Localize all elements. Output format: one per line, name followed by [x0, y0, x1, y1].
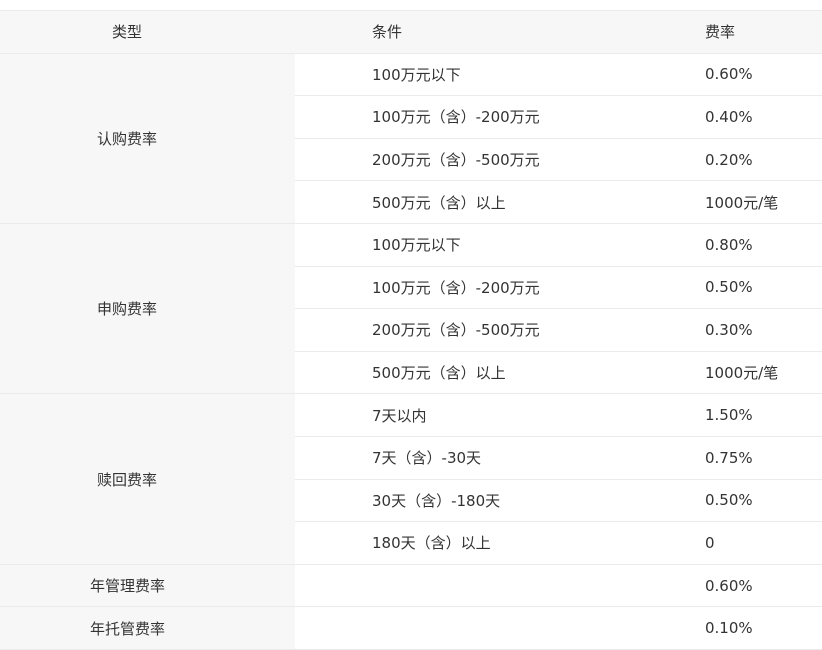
rate-cell: 1000元/笔	[628, 351, 822, 395]
condition-cell: 500万元（含）以上	[295, 180, 628, 224]
rate-cell: 0.60%	[628, 564, 822, 608]
fee-table: 类型 条件 费率 认购费率 100万元以下 0.60% 100万元（含）-200…	[0, 10, 822, 650]
rate-cell: 0.50%	[628, 266, 822, 310]
rate-cell: 0.30%	[628, 308, 822, 352]
rate-cell: 0.60%	[628, 53, 822, 97]
condition-cell: 200万元（含）-500万元	[295, 138, 628, 182]
fee-type-cell: 赎回费率	[0, 393, 295, 565]
table-row: 年托管费率 0.10%	[0, 606, 822, 650]
condition-cell: 200万元（含）-500万元	[295, 308, 628, 352]
rate-cell: 0.75%	[628, 436, 822, 480]
fee-table-container: 类型 条件 费率 认购费率 100万元以下 0.60% 100万元（含）-200…	[0, 10, 822, 650]
condition-cell: 100万元以下	[295, 223, 628, 267]
header-type: 类型	[0, 10, 295, 54]
rate-cell: 1000元/笔	[628, 180, 822, 224]
fee-type-cell: 申购费率	[0, 223, 295, 395]
header-condition: 条件	[295, 10, 628, 54]
table-row: 申购费率 100万元以下 0.80%	[0, 223, 822, 395]
table-row: 认购费率 100万元以下 0.60%	[0, 53, 822, 224]
condition-cell: 100万元（含）-200万元	[295, 95, 628, 139]
fee-type-cell: 年管理费率	[0, 564, 295, 608]
condition-cell	[295, 564, 628, 608]
rate-cell: 0.40%	[628, 95, 822, 139]
condition-cell: 7天（含）-30天	[295, 436, 628, 480]
header-rate: 费率	[628, 10, 822, 54]
rate-cell: 1.50%	[628, 393, 822, 437]
rate-cell: 0.20%	[628, 138, 822, 182]
table-header-row: 类型 条件 费率	[0, 10, 822, 54]
rate-cell: 0.10%	[628, 606, 822, 650]
condition-cell	[295, 606, 628, 650]
condition-cell: 100万元（含）-200万元	[295, 266, 628, 310]
fee-type-cell: 认购费率	[0, 53, 295, 224]
condition-cell: 180天（含）以上	[295, 521, 628, 565]
table-row: 年管理费率 0.60%	[0, 564, 822, 608]
condition-cell: 30天（含）-180天	[295, 479, 628, 523]
condition-cell: 500万元（含）以上	[295, 351, 628, 395]
rate-cell: 0.50%	[628, 479, 822, 523]
rate-cell: 0.80%	[628, 223, 822, 267]
rate-cell: 0	[628, 521, 822, 565]
fee-type-cell: 年托管费率	[0, 606, 295, 650]
condition-cell: 100万元以下	[295, 53, 628, 97]
condition-cell: 7天以内	[295, 393, 628, 437]
table-row: 赎回费率 7天以内 1.50%	[0, 393, 822, 565]
